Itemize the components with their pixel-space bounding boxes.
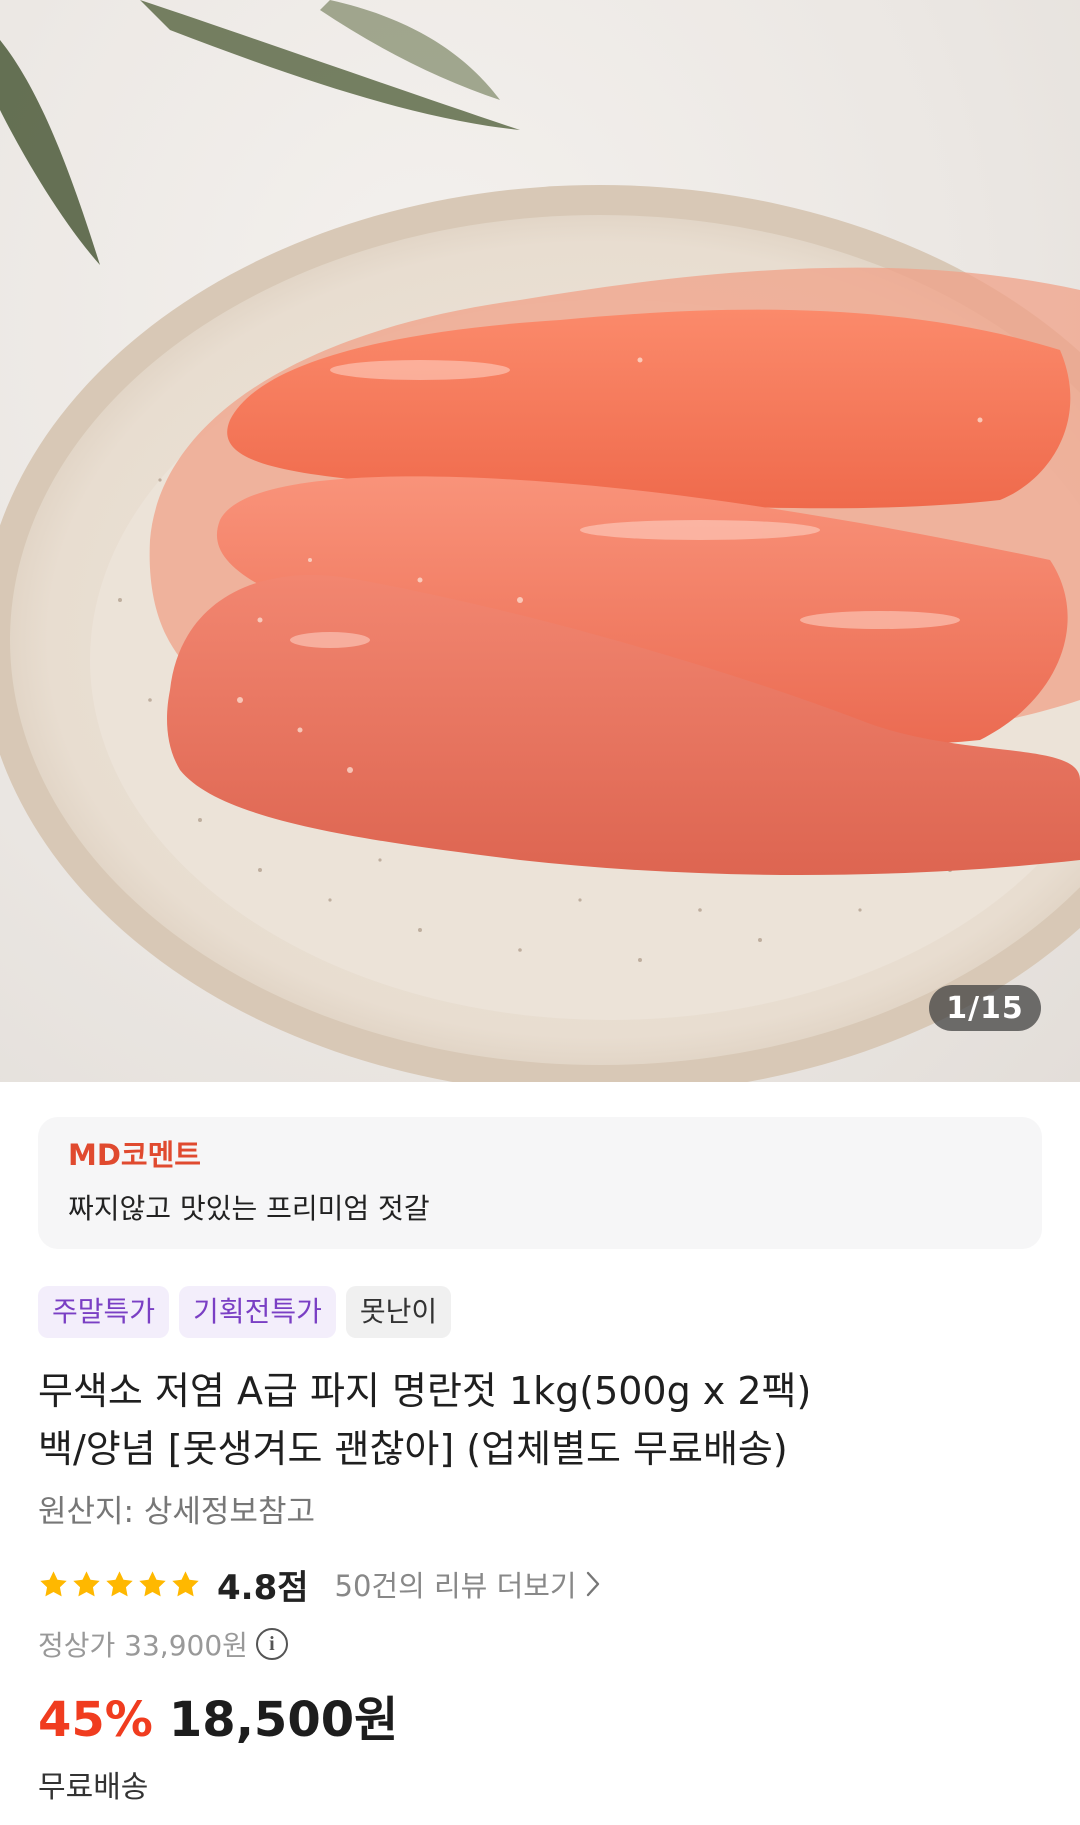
tag-special-event: 기획전특가 <box>179 1286 336 1338</box>
original-price-row: 정상가 33,900원 i <box>38 1622 288 1666</box>
chevron-right-icon <box>586 1571 599 1597</box>
product-title: 무색소 저염 A급 파지 명란젓 1kg(500g x 2팩) 백/양념 [못생… <box>38 1362 1048 1478</box>
star-rating <box>38 1569 201 1600</box>
star-icon <box>73 1570 100 1596</box>
md-comment-title: MD코멘트 <box>68 1138 201 1172</box>
md-comment-text: 짜지않고 맛있는 프리미엄 젓갈 <box>68 1192 430 1225</box>
image-page-counter: 1/15 <box>929 985 1041 1031</box>
original-price: 정상가 33,900원 <box>38 1629 248 1662</box>
info-icon[interactable]: i <box>255 1628 288 1660</box>
star-icon <box>40 1570 67 1596</box>
product-title-line1: 무색소 저염 A급 파지 명란젓 1kg(500g x 2팩) <box>38 1369 812 1413</box>
review-more-link[interactable]: 50건의 리뷰 더보기 <box>335 1563 601 1605</box>
shipping-info: 무료배송 <box>38 1770 149 1805</box>
tag-weekend-sale: 주말특가 <box>38 1286 170 1338</box>
rating-row: 4.8점 50건의 리뷰 더보기 <box>38 1562 601 1608</box>
price-row: 45% 18,500원 <box>38 1680 398 1748</box>
roe-photo-illustration <box>0 0 1080 1082</box>
product-origin: 원산지: 상세정보참고 <box>38 1494 315 1530</box>
product-image[interactable]: 1/15 <box>0 0 1080 1082</box>
sale-price: 18,500원 <box>168 1692 399 1748</box>
star-icon <box>172 1570 199 1596</box>
review-more-label: 50건의 리뷰 더보기 <box>334 1569 577 1603</box>
star-icon <box>106 1570 133 1596</box>
discount-rate: 45% <box>38 1692 153 1748</box>
tag-ugly-product: 못난이 <box>345 1286 452 1338</box>
tag-list: 주말특가 기획전특가 못난이 <box>38 1286 452 1338</box>
md-comment-box: MD코멘트 짜지않고 맛있는 프리미엄 젓갈 <box>38 1117 1042 1249</box>
star-icon <box>139 1570 166 1596</box>
rating-score: 4.8점 <box>217 1567 309 1608</box>
product-title-line2: 백/양념 [못생겨도 괜찮아] (업체별도 무료배송) <box>38 1427 788 1471</box>
